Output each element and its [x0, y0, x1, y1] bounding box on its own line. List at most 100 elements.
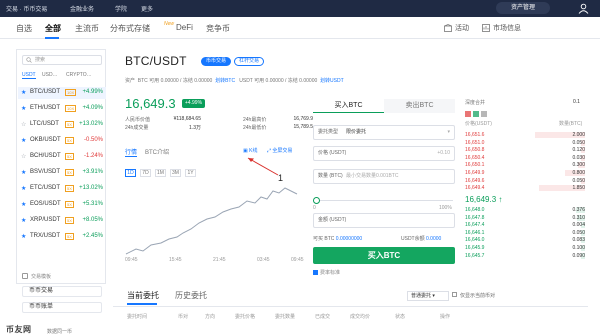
pair-row[interactable]: ☆ BCH/USDT 5X -1.24%	[18, 151, 106, 163]
margin-trading-button[interactable]: 杠杆交易	[234, 57, 264, 66]
tab-open-orders[interactable]: 当前委托	[127, 290, 159, 301]
tab-mainstream[interactable]: 主流币	[75, 23, 99, 34]
tab-sell-btc[interactable]: 卖出BTC	[384, 99, 455, 113]
tab-usd[interactable]: USD…	[42, 72, 58, 78]
range-1m[interactable]: 1M	[155, 169, 166, 177]
ask-row[interactable]: 16,650.4 0.030	[465, 154, 585, 161]
checkbox-icon	[313, 270, 318, 276]
bid-row[interactable]: 16,647.4 0.004	[465, 222, 585, 229]
tab-all[interactable]: 全部	[45, 23, 61, 34]
market-category-bar: 自选 全部 主流币 分布式存储 New DeFi 竞争币 活动 市场信息	[0, 17, 600, 39]
tab-crypto[interactable]: CRYPTO…	[66, 72, 92, 78]
tab-market[interactable]: 行情	[125, 147, 137, 156]
ask-row[interactable]: 16,651.6 2.000	[465, 132, 585, 138]
ask-row[interactable]: 16,651.0 0.050	[465, 139, 585, 146]
market-info-link[interactable]: 市场信息	[493, 23, 521, 33]
transfer-btc-link[interactable]: 划转BTC	[215, 78, 235, 84]
range-1y[interactable]: 1Y	[185, 169, 196, 177]
current-pair-label: 仅显示当前币对	[460, 293, 496, 299]
star-icon[interactable]: ★	[21, 217, 26, 224]
user-icon[interactable]	[578, 3, 589, 14]
price-line	[125, 187, 298, 255]
pair-row[interactable]: ★ ETC/USDT 5X +13.02%	[18, 183, 106, 195]
bid-price: 16,645.9	[465, 245, 485, 251]
range-3m[interactable]: 3M	[170, 169, 181, 177]
ask-amount: 0.120	[572, 147, 585, 154]
pair-row[interactable]: ★ TRX/USDT 5X +2.45%	[18, 231, 106, 243]
depth-merge-label: 深度合并	[465, 100, 486, 106]
tab-defi[interactable]: DeFi	[176, 23, 193, 32]
price-input[interactable]: 价格 (USDT) +0.10	[313, 146, 455, 161]
activity-link[interactable]: 活动	[455, 23, 469, 33]
pair-row[interactable]: ★ BSV/USDT 5X +3.91%	[18, 167, 106, 179]
pair-name: ETH/USDT	[30, 105, 60, 111]
bid-row[interactable]: 16,646.0 0.083	[465, 237, 585, 244]
tab-competing-coins[interactable]: 竞争币	[206, 23, 230, 34]
ask-row[interactable]: 16,649.6 0.050	[465, 177, 585, 184]
star-icon[interactable]: ★	[21, 169, 26, 176]
star-icon[interactable]: ★	[21, 201, 26, 208]
bid-row[interactable]: 16,648.0 0.376	[465, 207, 585, 213]
bid-price: 16,647.4	[465, 222, 485, 229]
pair-row[interactable]: ★ OKB/USDT 5X -0.50%	[18, 135, 106, 147]
x-tick: 15:45	[169, 257, 182, 263]
star-icon[interactable]: ☆	[21, 121, 26, 128]
ask-row[interactable]: 16,649.4 1.850	[465, 185, 585, 192]
nav-trade[interactable]: 交易 · 币币交易	[6, 4, 47, 13]
nav-finance[interactable]: 金融业务	[70, 4, 94, 13]
tab-distributed-storage[interactable]: 分布式存储	[110, 23, 150, 34]
price-line-chart[interactable]	[121, 179, 306, 257]
pair-name: EOS/USDT	[30, 201, 61, 207]
nav-academy[interactable]: 学院	[115, 4, 127, 13]
watermark-subtext: 数据同一币	[47, 329, 73, 335]
amount-slider-track[interactable]	[315, 200, 453, 201]
fee-terms-link[interactable]: 费率标准	[313, 269, 340, 276]
amount-input[interactable]: 数量 (BTC) 最小交易数量0.001BTC	[313, 169, 455, 184]
ask-row[interactable]: 16,649.9 0.800	[465, 170, 585, 176]
ask-row[interactable]: 16,650.8 0.120	[465, 147, 585, 154]
tab-btc-intro[interactable]: BTC介绍	[145, 147, 169, 156]
star-icon[interactable]: ★	[21, 89, 26, 96]
current-pair-checkbox[interactable]	[452, 292, 457, 297]
ask-row[interactable]: 16,650.1 0.300	[465, 162, 585, 169]
amount-slider-handle[interactable]	[313, 197, 320, 204]
usdt-balance: USDT 可用 0.00000 / 冻结 0.00000	[239, 78, 318, 84]
tab-buy-btc[interactable]: 买入BTC	[313, 99, 384, 113]
pair-name: TRX/USDT	[30, 233, 60, 239]
search-input[interactable]: 搜索	[22, 55, 102, 65]
bid-row[interactable]: 16,647.8 0.310	[465, 214, 585, 221]
order-filter-select[interactable]: 普通委托 ▾	[407, 291, 449, 301]
pair-row[interactable]: ★ BTC/USDT 10X +4.99%	[18, 87, 106, 99]
transfer-usdt-link[interactable]: 划转USDT	[320, 78, 344, 84]
star-icon[interactable]: ★	[21, 233, 26, 240]
precision-select[interactable]: 0.1	[573, 99, 580, 105]
buy-btc-button[interactable]: 买入BTC	[313, 247, 455, 264]
asset-management-button[interactable]: 资产管理	[496, 2, 550, 14]
tab-order-history[interactable]: 历史委托	[175, 290, 207, 301]
range-1d[interactable]: 1D	[125, 169, 136, 177]
divider	[113, 306, 588, 307]
nav-more[interactable]: 更多	[141, 4, 153, 13]
total-input[interactable]: 金额 (USDT)	[313, 213, 455, 228]
leverage-badge: 5X	[65, 153, 74, 160]
bid-row[interactable]: 16,646.1 0.050	[465, 229, 585, 236]
pair-row[interactable]: ★ EOS/USDT 5X +5.31%	[18, 199, 106, 211]
spot-trading-button[interactable]: 币币交易	[201, 57, 231, 66]
tab-favorites[interactable]: 自选	[16, 23, 32, 34]
tab-usdt[interactable]: USDT	[22, 72, 36, 79]
trade-form: 买入BTC 卖出BTC 委托类型 限价委托 ▾ 价格 (USDT) +0.10 …	[313, 99, 455, 279]
star-icon[interactable]: ★	[21, 185, 26, 192]
bid-row[interactable]: 16,645.7 0.090	[465, 252, 585, 259]
star-icon[interactable]: ☆	[21, 153, 26, 160]
order-type-select[interactable]: 委托类型 限价委托 ▾	[313, 125, 455, 140]
pair-row[interactable]: ★ ETH/USDT 10X +4.09%	[18, 103, 106, 115]
ask-price: 16,649.9	[465, 170, 485, 176]
pair-row[interactable]: ☆ LTC/USDT 5X +13.02%	[18, 119, 106, 131]
range-7d[interactable]: 7D	[140, 169, 151, 177]
pair-row[interactable]: ★ XRP/USDT 5X +8.05%	[18, 215, 106, 227]
star-icon[interactable]: ★	[21, 105, 26, 112]
book-view-toggle-icons[interactable]	[465, 111, 489, 117]
star-icon[interactable]: ★	[21, 137, 26, 144]
amount-column-header: 数量(BTC)	[559, 121, 583, 127]
bid-row[interactable]: 16,645.9 0.100	[465, 245, 585, 251]
